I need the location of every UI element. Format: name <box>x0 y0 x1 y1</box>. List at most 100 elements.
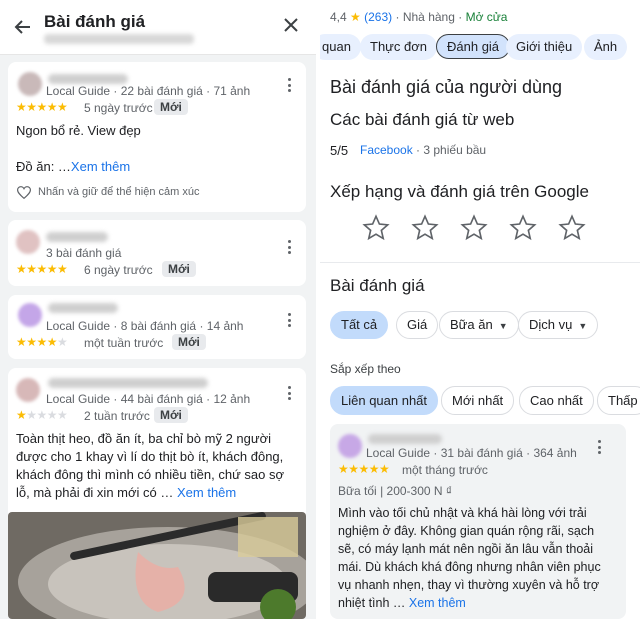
filter-service[interactable]: Dịch vụ ▼ <box>518 311 599 339</box>
google-rating-heading: Xếp hạng và đánh giá trên Google <box>330 182 589 201</box>
reviews-panel: Bài đánh giá Local Guide · 22 bài đánh g… <box>0 0 316 619</box>
filter-price[interactable]: Giá <box>396 311 439 339</box>
review-body-line: vụ nhanh nhẹn, thay vì thường xuyên và h… <box>338 578 600 592</box>
tab-overview[interactable]: quan <box>320 34 361 60</box>
rate-star-3-icon[interactable] <box>460 214 488 242</box>
more-options-icon[interactable] <box>288 386 292 400</box>
back-arrow-icon[interactable] <box>14 18 32 36</box>
filter-meal-label: Bữa ăn <box>450 317 493 332</box>
rate-star-4-icon[interactable] <box>509 214 537 242</box>
review-card[interactable]: Local Guide · 31 bài đánh giá · 364 ảnh … <box>330 424 626 619</box>
place-name-blurred <box>44 34 194 44</box>
chevron-down-icon: ▼ <box>498 321 508 331</box>
open-status: Mở cửa <box>465 10 508 24</box>
tab-reviews[interactable]: Đánh giá <box>436 34 511 59</box>
star-icon: ★ <box>350 10 361 24</box>
more-options-icon[interactable] <box>288 240 292 254</box>
reviewer-meta: Local Guide · 22 bài đánh giá · 71 ảnh <box>46 84 251 98</box>
facebook-link[interactable]: Facebook <box>360 143 413 157</box>
filter-service-label: Dịch vụ <box>529 317 573 332</box>
reviewer-name-blurred <box>46 232 108 242</box>
review-body-line: Mình vào tối chủ nhật và khá hài lòng vớ… <box>338 506 587 520</box>
review-time: 2 tuần trước <box>84 409 150 423</box>
place-summary: 4,4 ★ (263) · Nhà hàng · Mở cửa <box>330 10 508 24</box>
section-divider <box>320 262 640 263</box>
review-attributes: Bữa tối | 200-300 N ₫ <box>338 484 453 498</box>
reviewer-name-blurred <box>48 74 128 84</box>
review-card[interactable]: 3 bài đánh giá ★★★★★ 6 ngày trước Mới <box>8 220 306 286</box>
more-options-icon[interactable] <box>598 440 602 454</box>
new-badge: Mới <box>154 407 188 423</box>
sort-relevant[interactable]: Liên quan nhất <box>330 386 439 415</box>
avatar <box>18 72 42 96</box>
star-rating: ★★★★★ <box>16 335 68 349</box>
more-options-icon[interactable] <box>288 313 292 327</box>
star-rating: ★★★★★ <box>16 408 68 422</box>
see-more-link[interactable]: Xem thêm <box>177 485 236 500</box>
avatar <box>16 230 40 254</box>
see-more-link[interactable]: Xem thêm <box>409 596 466 610</box>
reviewer-meta: Local Guide · 31 bài đánh giá · 364 ảnh <box>366 446 577 460</box>
user-reviews-heading: Bài đánh giá của người dùng <box>330 77 563 97</box>
review-body-line: mái. Dù khách khá đông nhưng nhân viên p… <box>338 560 601 574</box>
reviewer-meta: Local Guide · 8 bài đánh giá · 14 ảnh <box>46 319 244 333</box>
review-body-line-last: lỗ, mà phải đi xin mới có … Xem thêm <box>16 484 236 502</box>
review-body-line: sẽ, có máy lạnh mát nên ngồi ăn lâu vẫn … <box>338 542 594 556</box>
review-body-line: nhiệt tình … <box>338 596 409 610</box>
tab-about[interactable]: Giới thiệu <box>506 34 583 60</box>
web-vote-count: · 3 phiếu bầu <box>416 143 487 157</box>
avatar <box>338 434 362 458</box>
heart-icon[interactable] <box>17 186 31 199</box>
reviewer-name-blurred <box>48 378 208 388</box>
reviews-section-heading: Bài đánh giá <box>330 276 425 295</box>
sort-highest[interactable]: Cao nhất <box>519 386 594 415</box>
review-text-line: Đồ ăn: …Xem thêm <box>16 158 130 176</box>
web-source-line: Facebook · 3 phiếu bầu <box>360 143 486 157</box>
reviews-header: Bài đánh giá <box>0 0 316 55</box>
web-score: 5/5 <box>330 143 349 158</box>
reviewer-meta: Local Guide · 44 bài đánh giá · 12 ảnh <box>46 392 251 406</box>
filter-meal[interactable]: Bữa ăn ▼ <box>439 311 519 339</box>
reviewer-meta: 3 bài đánh giá <box>46 246 122 260</box>
avatar <box>18 303 42 327</box>
chevron-down-icon: ▼ <box>578 321 588 331</box>
rate-star-5-icon[interactable] <box>558 214 586 242</box>
avatar <box>16 378 40 402</box>
review-body-line: nghiệm ở đây. Không gian quán rộng rãi, … <box>338 524 595 538</box>
sort-newest[interactable]: Mới nhất <box>441 386 515 415</box>
place-panel: 4,4 ★ (263) · Nhà hàng · Mở cửa quan Thự… <box>320 0 640 619</box>
review-body-line: khách đông thì mình có nhiều tiền, chứ s… <box>16 467 284 482</box>
see-more-link[interactable]: Xem thêm <box>71 159 130 174</box>
close-icon[interactable] <box>283 17 299 33</box>
tab-photos[interactable]: Ảnh <box>584 34 628 60</box>
star-rating: ★★★★★ <box>338 462 390 476</box>
new-badge: Mới <box>154 99 188 115</box>
star-rating: ★★★★★ <box>16 100 68 114</box>
review-count[interactable]: (263) <box>364 10 392 24</box>
tab-menu[interactable]: Thực đơn <box>360 34 437 60</box>
review-body-line: được cho 1 khay vì lí do thịt bò ít, khá… <box>16 449 284 464</box>
reviews-title: Bài đánh giá <box>44 12 146 31</box>
meal-type: Bữa tối <box>338 484 377 498</box>
review-time: 6 ngày trước <box>84 263 153 277</box>
review-card[interactable]: Local Guide · 8 bài đánh giá · 14 ảnh ★★… <box>8 295 306 359</box>
more-options-icon[interactable] <box>288 78 292 92</box>
review-body-line: lỗ, mà phải đi xin mới có … <box>16 485 177 500</box>
review-text-prefix: Đồ ăn: … <box>16 159 71 174</box>
rate-star-2-icon[interactable] <box>411 214 439 242</box>
rating-value: 4,4 <box>330 10 347 24</box>
review-body-line-last: nhiệt tình … Xem thêm <box>338 594 466 612</box>
sort-lowest[interactable]: Thấp <box>597 386 640 415</box>
react-hint: Nhấn và giữ để thể hiện cảm xúc <box>38 186 200 198</box>
new-badge: Mới <box>172 334 206 350</box>
review-photo[interactable] <box>8 512 306 619</box>
new-badge: Mới <box>162 261 196 277</box>
filter-all[interactable]: Tất cả <box>330 311 389 339</box>
review-time: một tháng trước <box>402 463 488 477</box>
reviewer-name-blurred <box>48 303 118 313</box>
rate-star-1-icon[interactable] <box>362 214 390 242</box>
price-range: 200-300 N ₫ <box>386 484 453 498</box>
review-card[interactable]: Local Guide · 22 bài đánh giá · 71 ảnh ★… <box>8 62 306 212</box>
reviewer-name-blurred <box>368 434 442 444</box>
review-time: một tuần trước <box>84 336 164 350</box>
